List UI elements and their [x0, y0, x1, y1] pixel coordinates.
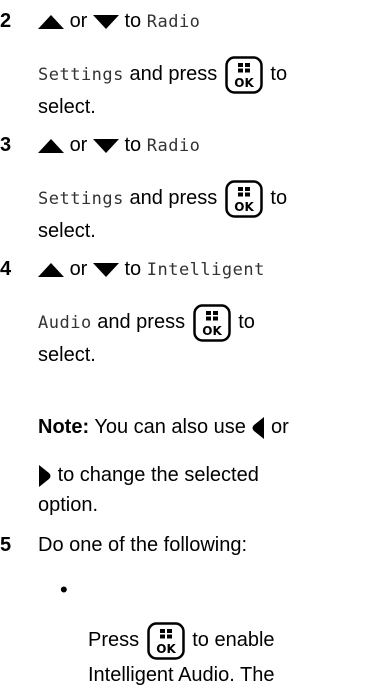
press-text: and press — [129, 63, 218, 85]
menu-item-text: Settings — [38, 65, 124, 85]
press-text: Press — [88, 629, 140, 651]
step-4-line-1: or to Intelligent — [38, 254, 265, 284]
or-text: or — [69, 134, 88, 156]
step-number: 3 — [0, 134, 12, 156]
menu-item-text: Settings — [38, 189, 124, 209]
enable-text: to enable — [192, 629, 275, 651]
note-text: to change the selected — [57, 464, 259, 486]
to-text: to — [270, 187, 288, 209]
step-2-line-2: Settings and press OK to — [38, 52, 287, 96]
step-3-line-1: or to Radio — [38, 130, 200, 160]
step-4-line-2: Audio and press OK to — [38, 300, 255, 344]
up-arrow-icon — [38, 262, 64, 277]
step-3-line-2: Settings and press OK to — [38, 176, 287, 220]
ok-key-label: OK — [234, 76, 254, 90]
up-arrow-icon — [38, 14, 64, 29]
to-text: to — [124, 10, 142, 32]
up-arrow-icon — [38, 138, 64, 153]
press-text: and press — [129, 187, 218, 209]
select-text: select. — [38, 96, 96, 118]
ok-key-icon: OK — [225, 179, 263, 218]
or-text: or — [69, 258, 88, 280]
step-number: 4 — [0, 258, 12, 280]
to-text: to — [124, 258, 142, 280]
step-5-text: Do one of the following: — [38, 534, 248, 556]
menu-item-text: Radio — [146, 136, 201, 156]
ok-key-label: OK — [156, 642, 176, 656]
select-text: select. — [38, 344, 96, 366]
right-arrow-icon — [39, 464, 51, 487]
ok-key-label: OK — [234, 200, 254, 214]
step-2-line-1: or to Radio — [38, 6, 200, 36]
to-text: to — [238, 311, 255, 333]
or-text: or — [271, 416, 289, 438]
or-text: or — [69, 10, 88, 32]
step-number: 2 — [0, 10, 12, 32]
bullet: • — [60, 577, 68, 602]
continuation-text: Intelligent Audio. The — [88, 664, 275, 686]
note-line-1: Note: You can also use or — [38, 412, 289, 442]
step-number: 5 — [0, 534, 12, 556]
select-text: select. — [38, 220, 96, 242]
down-arrow-icon — [92, 138, 119, 153]
down-arrow-icon — [92, 262, 119, 277]
ok-key-icon: OK — [225, 55, 263, 94]
menu-item-text: Audio — [38, 313, 92, 333]
note-line-2: to change the selected — [38, 460, 259, 490]
ok-key-icon: OK — [192, 303, 231, 342]
menu-item-text: Intelligent — [146, 260, 265, 280]
note-label: Note: — [38, 416, 90, 438]
note-text: You can also use — [94, 416, 246, 438]
note-text: option. — [38, 494, 99, 516]
down-arrow-icon — [92, 14, 119, 29]
left-arrow-icon — [252, 416, 265, 439]
menu-item-text: Radio — [146, 12, 201, 32]
ok-key-icon: OK — [146, 621, 185, 660]
step-5-option-line-1: Press OK to enable — [88, 618, 275, 662]
press-text: and press — [97, 311, 186, 333]
to-text: to — [124, 134, 142, 156]
to-text: to — [270, 63, 288, 85]
ok-key-label: OK — [202, 324, 222, 338]
